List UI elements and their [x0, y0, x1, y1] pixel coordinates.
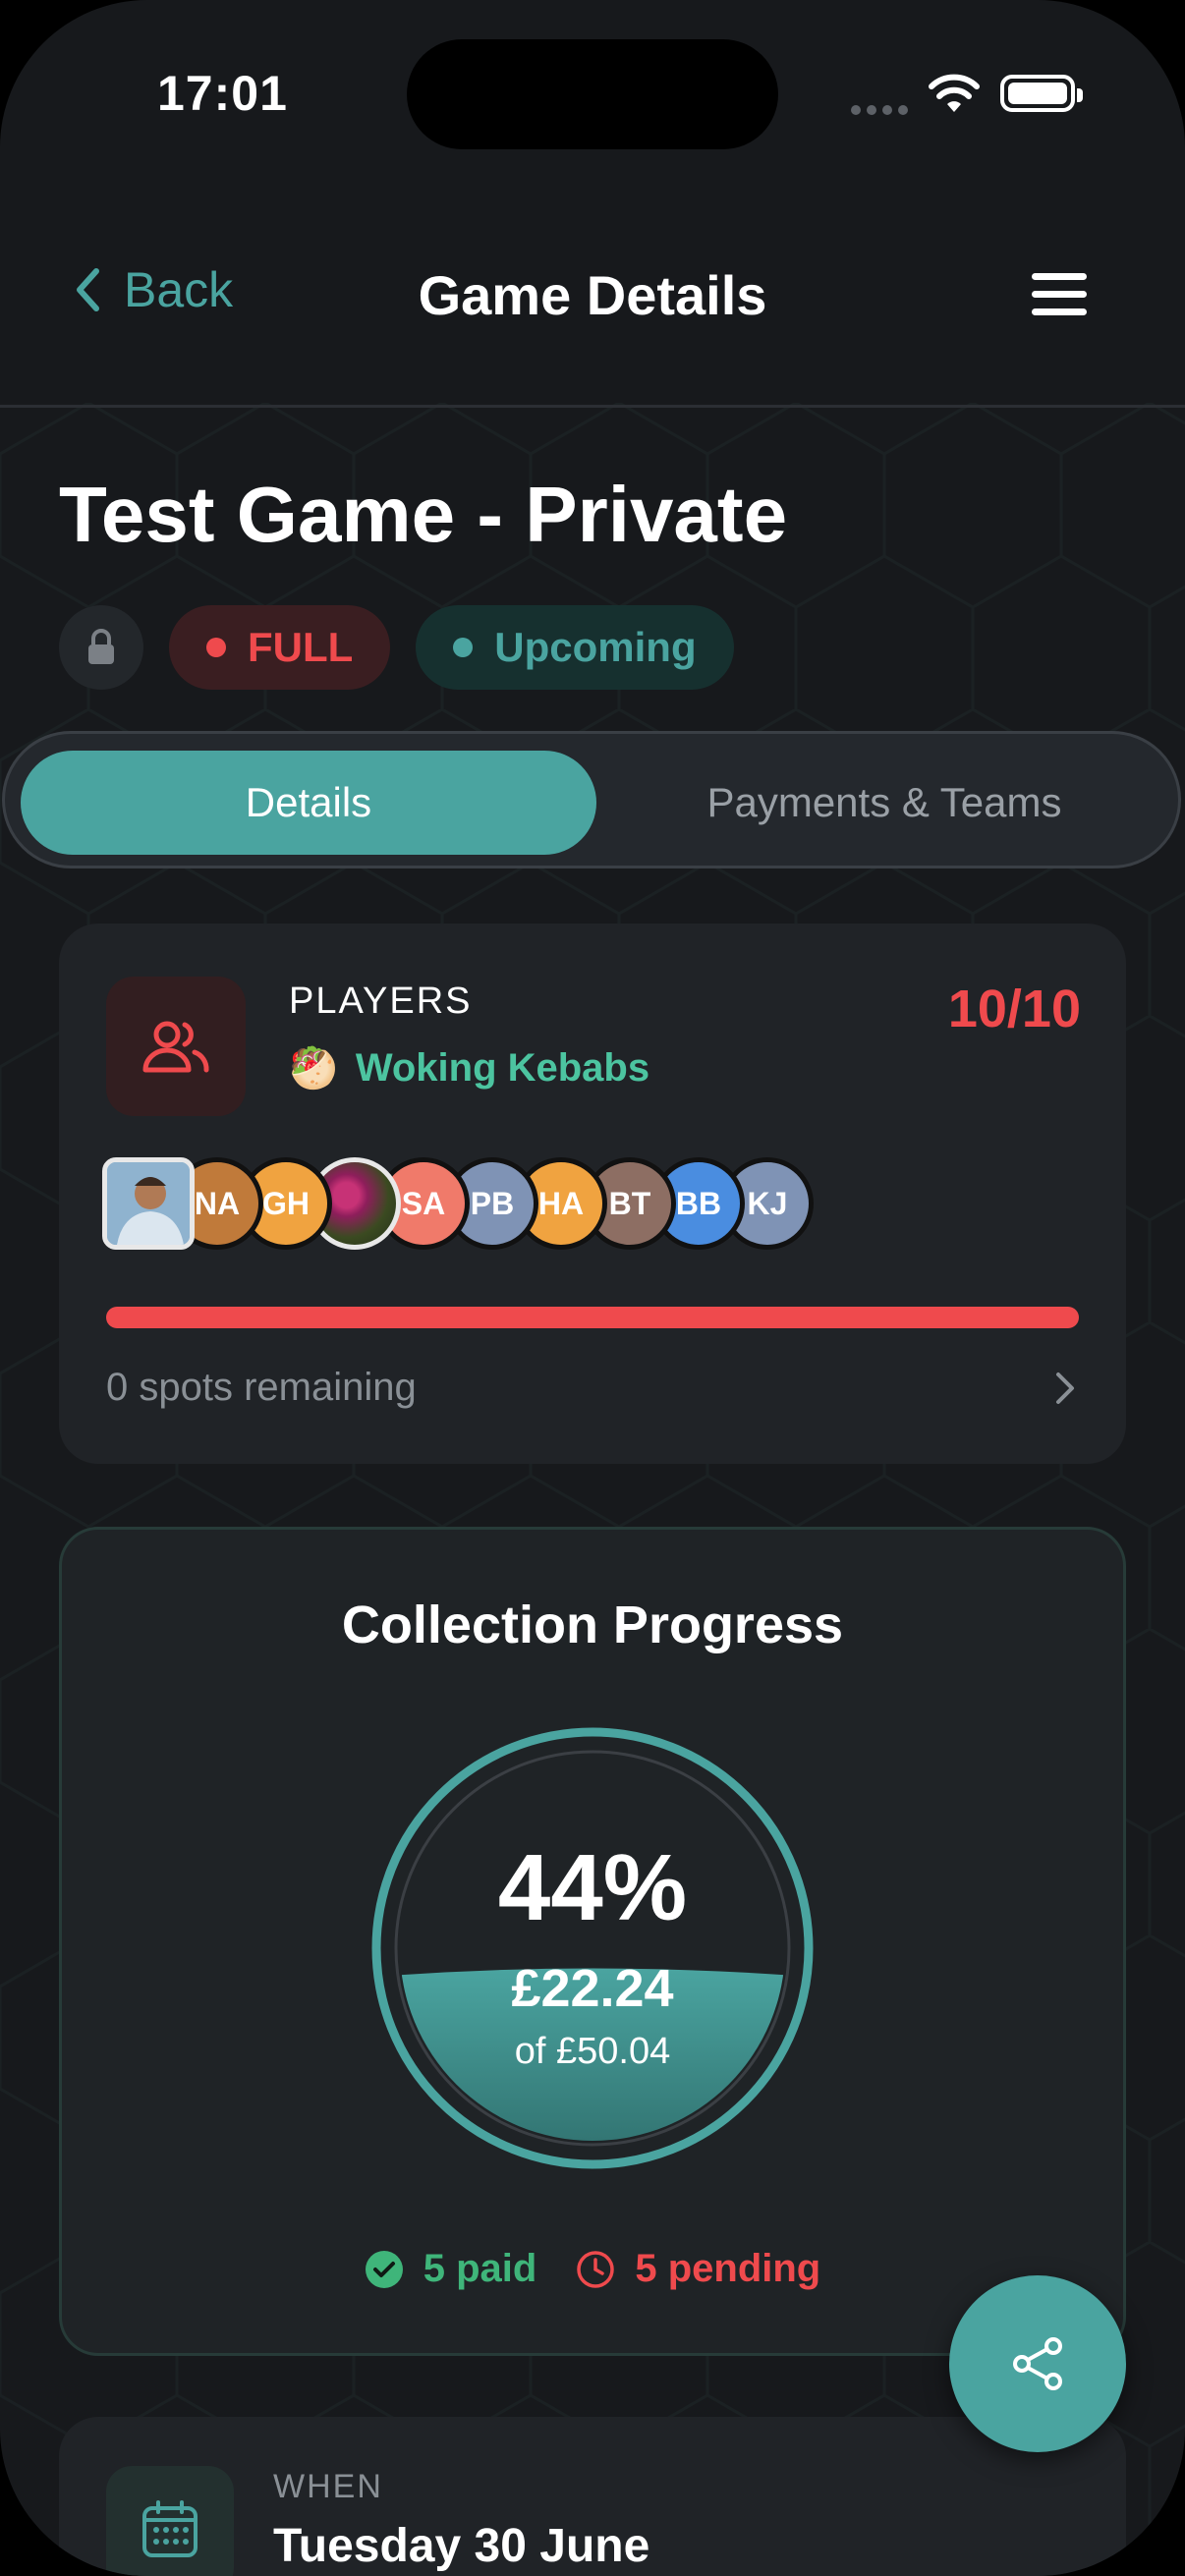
spots-remaining: 0 spots remaining: [106, 1366, 417, 1409]
segmented-tabs: Details Payments & Teams: [2, 731, 1181, 868]
players-count: 10/10: [947, 980, 1081, 1038]
group-name-label: Woking Kebabs: [355, 1046, 650, 1090]
collection-total: of £50.04: [514, 2031, 671, 2072]
tab-payments-teams[interactable]: Payments & Teams: [596, 751, 1172, 855]
collection-stats: 5 paid 5 pending: [62, 2247, 1123, 2291]
phone-screen: 17:01 Back Game Details Test Game - Priv…: [0, 0, 1185, 2576]
status-dot-icon: [453, 638, 474, 657]
share-icon: [1013, 2337, 1062, 2390]
players-icon-box: [106, 977, 246, 1116]
players-card[interactable]: PLAYERS 🥙 Woking Kebabs 10/10 NA GH SA PB HA…: [59, 924, 1126, 1464]
users-icon: [142, 1021, 209, 1073]
page-title: Game Details: [418, 264, 767, 326]
user-photo-icon: [107, 1162, 190, 1245]
wifi-icon: [929, 74, 980, 112]
calendar-icon: [142, 2500, 198, 2557]
battery-icon: [1000, 75, 1083, 112]
paid-stat: 5 paid: [365, 2247, 537, 2291]
lock-icon: [88, 629, 114, 664]
when-card: WHEN Tuesday 30 June: [59, 2417, 1126, 2576]
pending-label: 5 pending: [635, 2247, 821, 2290]
gauge-graphic: [371, 1727, 814, 2169]
game-badges: FULL Upcoming: [59, 605, 760, 690]
paid-label: 5 paid: [423, 2247, 537, 2290]
avatar: [102, 1157, 195, 1250]
full-badge: FULL: [169, 605, 391, 690]
when-label: WHEN: [273, 2468, 383, 2505]
collected-amount: £22.24: [511, 1959, 674, 2018]
upcoming-badge: Upcoming: [416, 605, 734, 690]
collection-gauge: 44% £22.24 of £50.04: [370, 1726, 815, 2170]
collection-title: Collection Progress: [341, 1596, 844, 1654]
kebab-icon: 🥙: [289, 1047, 338, 1091]
upcoming-badge-label: Upcoming: [494, 624, 697, 670]
players-label: PLAYERS: [289, 980, 473, 1022]
when-icon-box: [106, 2466, 234, 2576]
status-time: 17:01: [157, 66, 288, 121]
nav-divider: [0, 405, 1185, 408]
chevron-right-icon[interactable]: [1055, 1372, 1075, 1405]
signal-dots-icon: [851, 102, 914, 120]
status-dot-icon: [206, 638, 226, 657]
private-badge: [59, 605, 143, 690]
tab-details[interactable]: Details: [21, 751, 596, 855]
check-circle-icon: [365, 2250, 403, 2288]
game-title: Test Game - Private: [59, 471, 788, 558]
collection-card: Collection Progress 44% £22.24 of £50.04…: [59, 1527, 1126, 2356]
share-button[interactable]: [949, 2275, 1126, 2452]
collection-percent: 44%: [497, 1835, 688, 1940]
full-badge-label: FULL: [248, 624, 354, 670]
avatar-stack[interactable]: NA GH SA PB HA BT BB KJ: [102, 1157, 814, 1250]
dynamic-island: [407, 39, 778, 149]
group-name[interactable]: 🥙 Woking Kebabs: [289, 1045, 649, 1092]
clock-icon: [577, 2250, 615, 2288]
players-progress-bar: [106, 1307, 1079, 1328]
when-value: Tuesday 30 June: [273, 2520, 650, 2572]
hamburger-menu-icon[interactable]: [1032, 273, 1087, 316]
pending-stat: 5 pending: [576, 2247, 820, 2291]
